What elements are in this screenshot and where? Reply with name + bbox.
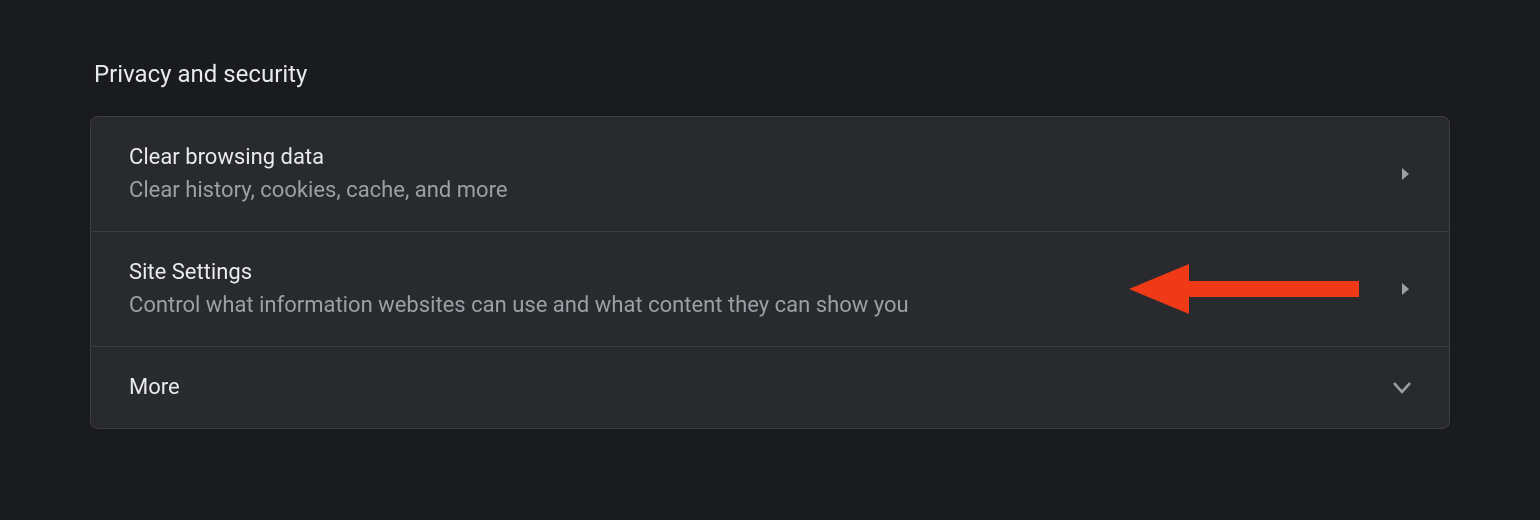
privacy-security-panel: Clear browsing data Clear history, cooki… (90, 116, 1450, 429)
row-text: More (129, 375, 1373, 400)
chevron-right-icon (1401, 167, 1411, 181)
chevron-right-icon (1401, 282, 1411, 296)
row-title: Clear browsing data (129, 145, 1381, 170)
row-subtitle: Control what information websites can us… (129, 293, 1381, 318)
row-title: More (129, 375, 1373, 400)
row-text: Site Settings Control what information w… (129, 260, 1381, 318)
row-text: Clear browsing data Clear history, cooki… (129, 145, 1381, 203)
chevron-down-icon (1393, 382, 1411, 394)
clear-browsing-data-row[interactable]: Clear browsing data Clear history, cooki… (91, 117, 1449, 232)
section-title: Privacy and security (94, 60, 1450, 88)
more-row[interactable]: More (91, 347, 1449, 428)
site-settings-row[interactable]: Site Settings Control what information w… (91, 232, 1449, 347)
row-title: Site Settings (129, 260, 1381, 285)
row-subtitle: Clear history, cookies, cache, and more (129, 178, 1381, 203)
